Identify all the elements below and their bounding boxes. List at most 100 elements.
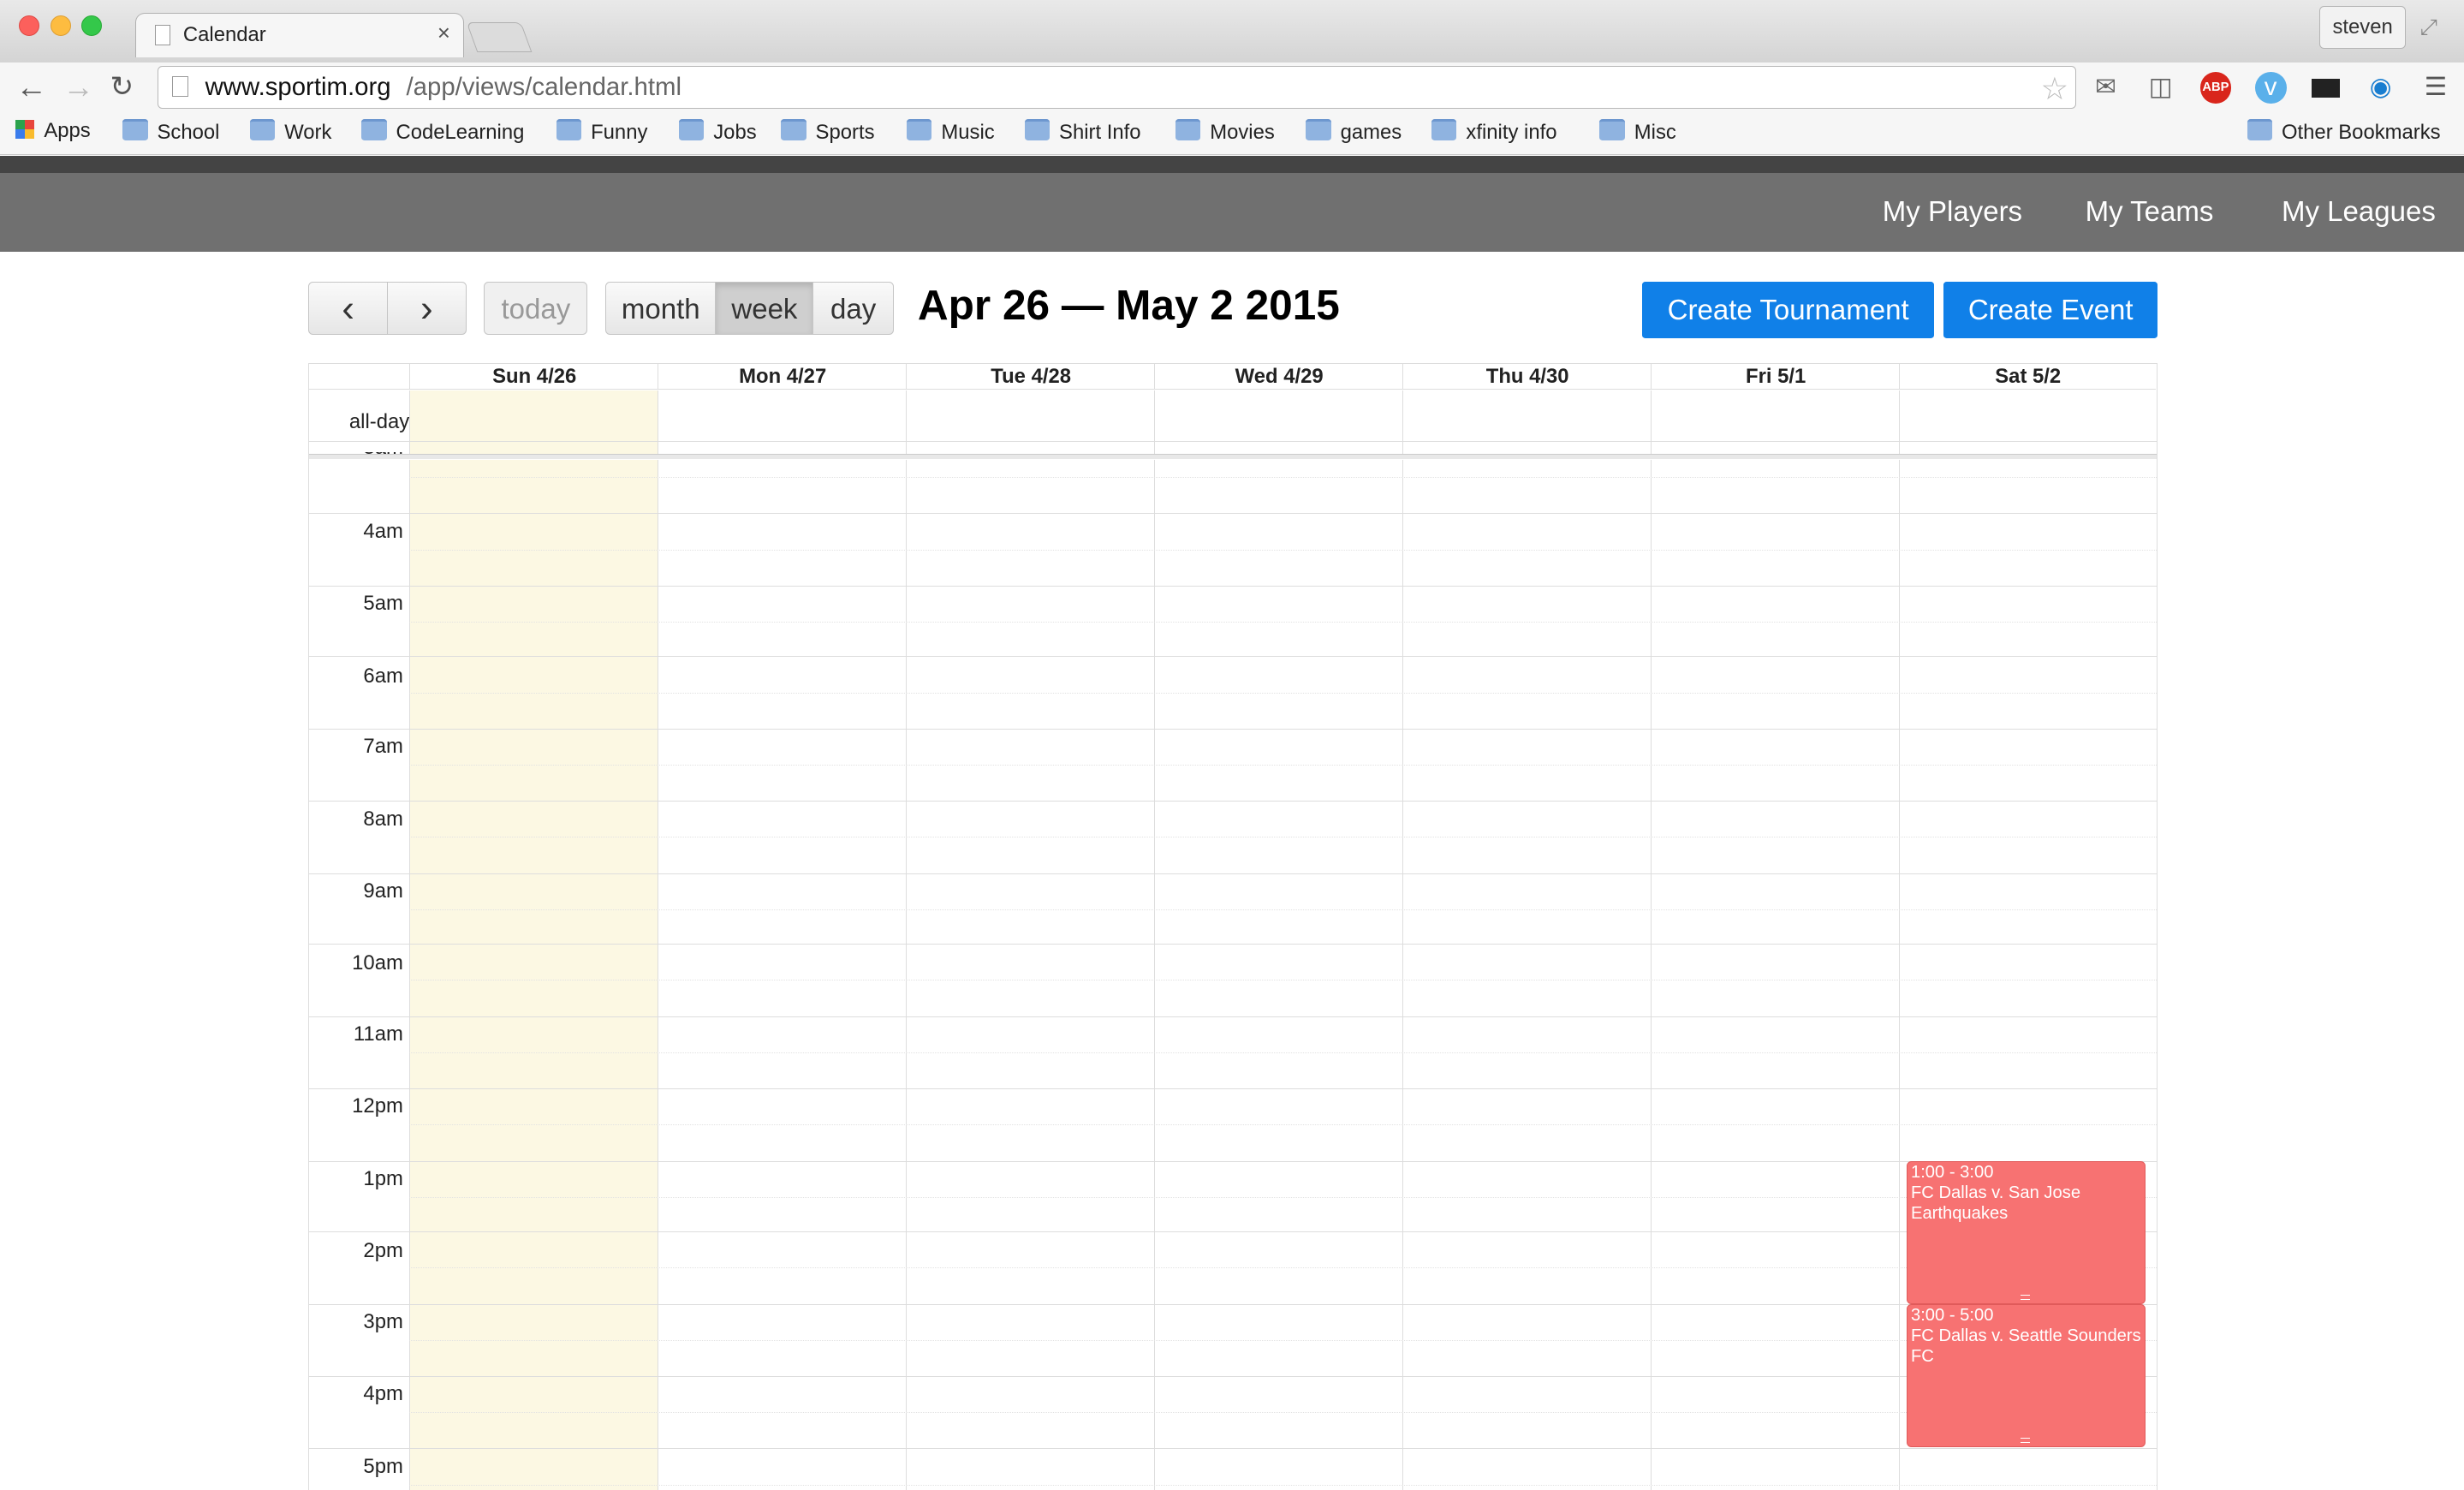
bookmark-folder[interactable]: Sports <box>781 119 875 145</box>
day-header: Sat 5/2 <box>1899 363 2157 390</box>
folder-icon <box>678 119 705 141</box>
week-view-button[interactable]: week <box>715 281 814 335</box>
prev-week-button[interactable]: ‹ <box>307 281 389 335</box>
fullscreen-icon[interactable]: ⤢ <box>2420 15 2438 41</box>
zoom-window-icon[interactable] <box>81 15 103 37</box>
terminal-icon[interactable] <box>2310 72 2342 104</box>
week-calendar: Sun 4/26 Mon 4/27 Tue 4/28 Wed 4/29 Thu … <box>307 362 2157 1490</box>
hour-label: 2pm <box>363 1239 403 1263</box>
adblock-icon[interactable]: ABP <box>2199 72 2232 104</box>
hour-label: 10am <box>352 951 403 975</box>
other-bookmarks[interactable]: Other Bookmarks <box>2247 119 2441 145</box>
new-tab-button[interactable] <box>466 21 533 52</box>
half-hour-line <box>409 1412 2157 1413</box>
bookmark-folder[interactable]: Work <box>249 119 331 145</box>
half-hour-line <box>409 1052 2157 1053</box>
url-host: www.sportim.org <box>205 73 391 102</box>
bookmark-star-icon[interactable]: ☆ <box>2041 70 2069 107</box>
bookmark-folder[interactable]: games <box>1306 119 1402 145</box>
all-day-cell[interactable] <box>658 390 907 454</box>
resize-handle-icon[interactable] <box>2021 1438 2031 1443</box>
sync-icon[interactable]: ◉ <box>2365 72 2396 104</box>
half-hour-line <box>409 1124 2157 1125</box>
all-day-cell[interactable] <box>1154 390 1403 454</box>
nav-my-leagues[interactable]: My Leagues <box>2282 195 2436 228</box>
bookmark-folder[interactable]: CodeLearning <box>361 119 524 145</box>
bookmark-apps[interactable]: Apps <box>15 119 91 143</box>
day-column[interactable] <box>658 459 907 1490</box>
day-column[interactable] <box>1154 459 1403 1490</box>
bookmark-folder[interactable]: Movies <box>1175 119 1275 145</box>
hour-line <box>308 1303 2157 1305</box>
day-header: Thu 4/30 <box>1402 363 1652 390</box>
back-icon[interactable]: ← <box>15 69 47 105</box>
half-hour-line <box>409 1196 2157 1198</box>
nav-my-teams[interactable]: My Teams <box>2086 195 2214 228</box>
hour-label: 4am <box>363 519 403 543</box>
hour-label: 5am <box>363 592 403 616</box>
folder-icon <box>361 119 387 141</box>
bookmark-folder[interactable]: Shirt Info <box>1024 119 1141 145</box>
app-top-strip <box>0 155 2464 173</box>
day-column-today[interactable] <box>409 459 659 1490</box>
folder-icon <box>556 119 582 141</box>
hour-line <box>308 513 2157 514</box>
folder-icon <box>1599 119 1625 141</box>
event-title: FC Dallas v. San Jose Earthquakes <box>1910 1183 2081 1224</box>
folder-icon <box>1175 119 1201 141</box>
reload-icon[interactable]: ↻ <box>110 69 134 103</box>
time-axis-header <box>308 364 410 390</box>
folder-icon <box>249 119 276 141</box>
page-info-icon <box>172 76 188 98</box>
day-column[interactable] <box>906 459 1155 1490</box>
hour-label: 7am <box>363 735 403 759</box>
all-day-cell[interactable] <box>906 390 1155 454</box>
forward-icon[interactable]: → <box>62 69 94 105</box>
nav-my-players[interactable]: My Players <box>1883 195 2022 228</box>
mail-icon[interactable]: ✉ <box>2090 72 2122 104</box>
bookmark-folder[interactable]: xfinity info <box>1431 119 1557 145</box>
tab-close-icon[interactable]: × <box>437 21 450 46</box>
calendar-event[interactable]: 1:00 - 3:00 FC Dallas v. San Jose Earthq… <box>1907 1160 2146 1304</box>
event-time: 3:00 - 5:00 <box>1910 1306 1994 1326</box>
bookmark-folder[interactable]: Jobs <box>678 119 757 145</box>
folder-icon <box>1024 119 1050 141</box>
vimeo-icon[interactable]: v <box>2254 72 2287 104</box>
hour-line <box>308 1088 2157 1089</box>
all-day-cell[interactable] <box>409 390 659 454</box>
bookmark-folder[interactable]: Music <box>907 119 995 145</box>
menu-icon[interactable]: ☰ <box>2420 72 2452 104</box>
minimize-window-icon[interactable] <box>50 15 71 37</box>
bookmark-folder[interactable]: School <box>122 119 219 145</box>
month-view-button[interactable]: month <box>604 281 717 335</box>
hour-line <box>308 801 2157 802</box>
bookmark-folder[interactable]: Misc <box>1599 119 1676 145</box>
close-window-icon[interactable] <box>19 15 40 37</box>
all-day-cell[interactable] <box>1899 390 2156 454</box>
calendar-event[interactable]: 3:00 - 5:00 FC Dallas v. Seattle Sounder… <box>1907 1303 2146 1447</box>
hour-line <box>308 1016 2157 1017</box>
hour-line <box>308 728 2157 730</box>
pocket-icon[interactable]: ◫ <box>2145 72 2176 104</box>
address-bar[interactable]: www.sportim.org /app/views/calendar.html… <box>157 66 2076 109</box>
day-column[interactable] <box>1402 459 1652 1490</box>
today-button[interactable]: today <box>484 281 588 335</box>
resize-handle-icon[interactable] <box>2021 1295 2031 1300</box>
event-title: FC Dallas v. Seattle Sounders FC <box>1910 1326 2141 1367</box>
day-column[interactable] <box>1651 459 1900 1490</box>
all-day-cell[interactable] <box>1651 390 1900 454</box>
next-week-button[interactable]: › <box>386 281 467 335</box>
browser-tab[interactable]: Calendar × <box>134 12 464 58</box>
bookmark-folder[interactable]: Funny <box>556 119 647 145</box>
hour-label: 12pm <box>352 1094 403 1118</box>
profile-button[interactable]: steven <box>2319 6 2407 50</box>
half-hour-line <box>409 764 2157 766</box>
create-tournament-button[interactable]: Create Tournament <box>1641 281 1935 338</box>
page-icon <box>154 24 171 45</box>
hour-label: 3am <box>309 452 402 477</box>
half-hour-line <box>409 1267 2157 1268</box>
day-view-button[interactable]: day <box>812 281 895 335</box>
hour-line <box>308 1448 2157 1449</box>
create-event-button[interactable]: Create Event <box>1943 281 2157 338</box>
all-day-cell[interactable] <box>1402 390 1652 454</box>
